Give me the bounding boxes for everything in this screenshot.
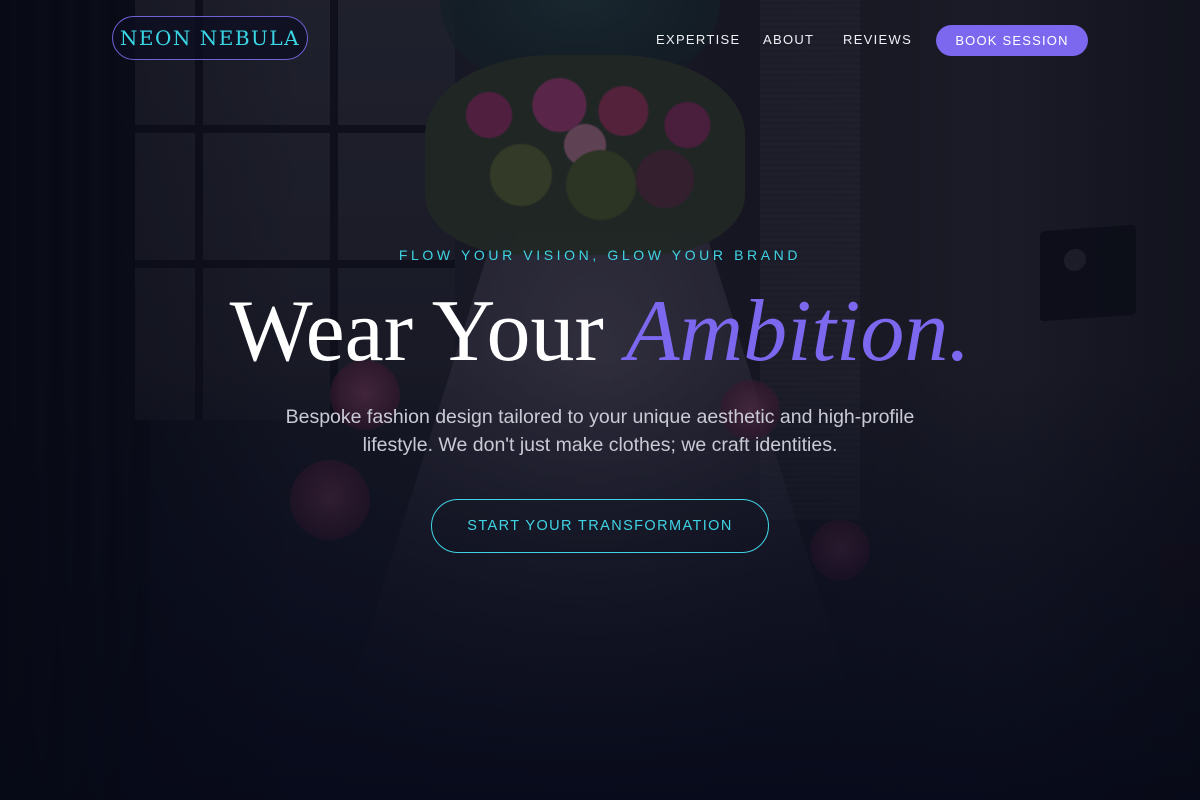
nav-link-about[interactable]: ABOUT [763,32,814,47]
nav-link-expertise[interactable]: EXPERTISE [656,32,740,47]
headline-accent: Ambition. [625,283,971,380]
top-navigation: NEON NEBULA EXPERTISE ABOUT REVIEWS BOOK… [0,0,1200,80]
nav-link-reviews[interactable]: REVIEWS [843,32,912,47]
brand-logo[interactable]: NEON NEBULA [112,16,308,60]
hero-subtitle: Bespoke fashion design tailored to your … [285,406,915,456]
hero-background-image [0,0,1200,800]
side-vignette [0,0,1200,800]
hero-section: NEON NEBULA EXPERTISE ABOUT REVIEWS BOOK… [0,0,1200,800]
start-transformation-button[interactable]: START YOUR TRANSFORMATION [431,499,769,553]
hero-eyebrow: FLOW YOUR VISION, GLOW YOUR BRAND [398,247,802,263]
headline-plain: Wear Your [229,283,604,380]
book-session-button[interactable]: BOOK SESSION [936,25,1088,56]
hero-headline: Wear Your Ambition. [0,278,1200,386]
